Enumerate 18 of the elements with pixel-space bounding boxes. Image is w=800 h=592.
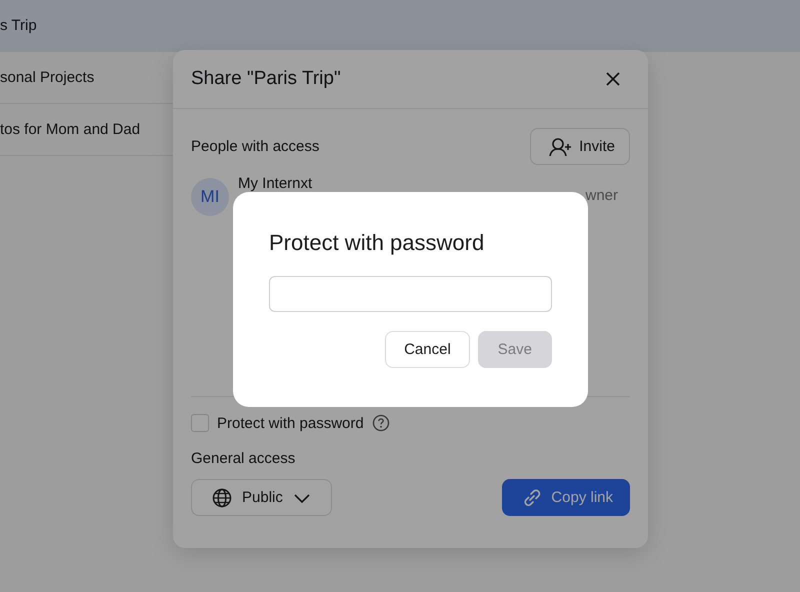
access-dropdown[interactable]: Public	[191, 479, 332, 516]
checkbox-label: Protect with password	[217, 414, 364, 432]
file-row[interactable]: s Trip	[0, 0, 800, 52]
close-icon[interactable]	[605, 71, 621, 87]
section-heading: General access	[191, 450, 296, 467]
password-field[interactable]	[269, 276, 552, 312]
checkbox[interactable]	[191, 414, 209, 432]
copy-link-button[interactable]: Copy link	[502, 479, 630, 516]
chevron-down-icon	[292, 492, 311, 504]
invite-button[interactable]: Invite	[530, 128, 630, 165]
role-label: wner	[585, 186, 618, 204]
avatar: MI	[191, 178, 229, 216]
globe-icon	[212, 488, 232, 508]
add-person-icon	[549, 136, 574, 156]
dialog-title: Protect with password	[269, 230, 486, 256]
help-icon[interactable]	[372, 414, 390, 432]
cancel-button[interactable]: Cancel	[385, 331, 470, 368]
person-name: My Internxt	[238, 175, 312, 192]
